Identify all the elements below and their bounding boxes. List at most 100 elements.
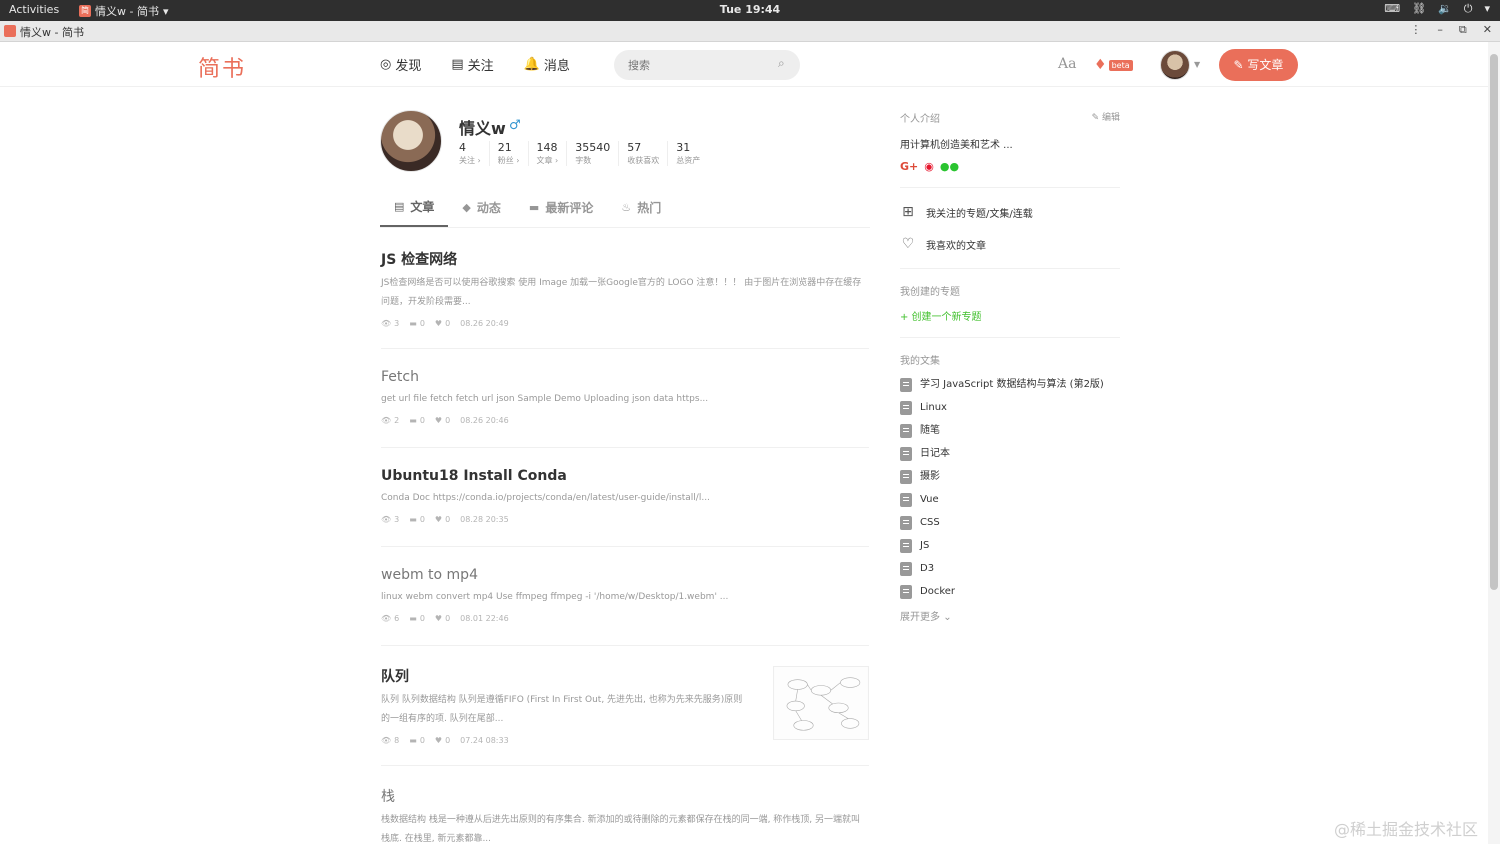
collection-item[interactable]: 随笔: [900, 423, 1120, 438]
tab-hot[interactable]: ♨ 热门: [607, 187, 675, 227]
likes-count: ♥ 0: [435, 416, 450, 425]
diagram-thumbnail-image: [774, 667, 868, 739]
wechat-icon[interactable]: ●●: [940, 160, 959, 173]
user-avatar[interactable]: [1160, 50, 1190, 80]
eye-icon: 👁: [381, 515, 392, 524]
article-item: webm to mp4 linux webm convert mp4 Use f…: [381, 547, 869, 646]
profile-avatar[interactable]: [380, 110, 442, 172]
profile-name[interactable]: 情义w: [459, 115, 506, 139]
male-icon: ♂: [509, 118, 521, 133]
write-article-button[interactable]: ✎ 写文章: [1219, 49, 1298, 81]
comments-count[interactable]: ▬ 0: [409, 416, 425, 425]
stat-articles[interactable]: 148 文章 ›: [527, 141, 567, 166]
clock[interactable]: Tue 19:44: [0, 3, 1500, 16]
article-title[interactable]: JS 检查网络: [381, 249, 869, 269]
window-title: 情义w - 简书: [20, 26, 84, 39]
comment-icon: ▬: [409, 614, 417, 623]
collection-item[interactable]: 摄影: [900, 469, 1120, 484]
divider: [900, 187, 1120, 188]
collection-label: Docker: [920, 586, 956, 597]
heart-icon: ♥: [434, 416, 443, 425]
menu-kebab-icon[interactable]: ⋮: [1410, 23, 1421, 37]
page-scrollbar[interactable]: [1488, 42, 1500, 844]
power-icon[interactable]: ⏻: [1464, 2, 1473, 16]
site-logo[interactable]: 简书: [198, 51, 246, 83]
weibo-icon[interactable]: ◉: [924, 160, 934, 173]
article-title[interactable]: 栈: [381, 786, 869, 806]
comment-icon: ▬: [528, 200, 540, 214]
create-topic-link[interactable]: + 创建一个新专题: [900, 308, 1120, 323]
collection-label: CSS: [920, 517, 940, 528]
stat-following[interactable]: 4 关注 ›: [459, 141, 489, 166]
nav-follow[interactable]: ▤ 关注: [451, 55, 493, 74]
close-icon[interactable]: ✕: [1483, 23, 1492, 37]
nav-label: 发现: [395, 59, 422, 74]
nav-discover[interactable]: ◎ 发现: [380, 55, 421, 74]
followed-topics-link[interactable]: ⊞ 我关注的专题/文集/连载: [900, 202, 1120, 222]
article-item: JS 检查网络 JS检查网络是否可以使用谷歌搜索 使用 Image 加载一张Go…: [381, 228, 869, 349]
tab-label: 热门: [637, 200, 662, 215]
link-label: 我关注的专题/文集/连载: [926, 208, 1033, 220]
views-count: 👁 3: [381, 319, 399, 328]
collection-item[interactable]: Docker: [900, 584, 1120, 599]
comment-icon: ▬: [409, 416, 417, 425]
article-title[interactable]: Ubuntu18 Install Conda: [381, 468, 869, 484]
notebook-icon: [900, 424, 912, 438]
show-more-label: 展开更多: [900, 612, 940, 623]
article-item: 栈 栈数据结构 栈是一种遵从后进先出原则的有序集合. 新添加的或待删除的元素都保…: [381, 766, 869, 844]
comments-count[interactable]: ▬ 0: [409, 736, 425, 745]
tab-comments[interactable]: ▬ 最新评论: [515, 187, 607, 227]
eye-icon: 👁: [381, 614, 392, 623]
google-plus-icon[interactable]: G+: [900, 160, 918, 173]
article-meta: 👁 3 ▬ 0 ♥ 0 08.28 20:35: [381, 515, 869, 524]
heart-icon: ♥: [434, 319, 443, 328]
nav-label: 消息: [543, 59, 570, 74]
restore-icon[interactable]: ⧉: [1459, 23, 1467, 37]
stat-label: 字数: [575, 156, 592, 165]
beta-button[interactable]: ♦ beta: [1094, 57, 1133, 73]
network-icon[interactable]: ⛓: [1412, 2, 1426, 16]
heart-icon: ♥: [434, 515, 443, 524]
stat-likes: 57 收获喜欢: [618, 141, 667, 166]
stat-label: 文章 ›: [536, 156, 559, 165]
article-abstract: linux webm convert mp4 Use ffmpeg ffmpeg…: [381, 592, 729, 602]
collection-item[interactable]: 日记本: [900, 446, 1120, 461]
comments-count[interactable]: ▬ 0: [409, 614, 425, 623]
notebook-icon: [900, 378, 912, 392]
keyboard-icon[interactable]: ⌨: [1384, 2, 1400, 16]
liked-articles-link[interactable]: ♡ 我喜欢的文章: [900, 234, 1120, 254]
show-more-button[interactable]: 展开更多 ⌄: [900, 608, 1120, 623]
collection-item[interactable]: JS: [900, 538, 1120, 553]
stat-followers[interactable]: 21 粉丝 ›: [488, 141, 528, 166]
font-settings-button[interactable]: Aa: [1058, 56, 1076, 72]
system-tray[interactable]: ⌨ ⛓ 🔉 ⏻ ▾: [1384, 2, 1490, 16]
comments-count[interactable]: ▬ 0: [409, 515, 425, 524]
search-input[interactable]: [614, 50, 800, 80]
chevron-down-icon[interactable]: ▾: [1484, 2, 1490, 16]
search-icon[interactable]: ⌕: [778, 56, 785, 71]
favicon-icon: [4, 25, 16, 37]
collection-item[interactable]: Linux: [900, 400, 1120, 415]
tab-feed[interactable]: ◆ 动态: [448, 187, 514, 227]
collection-item[interactable]: D3: [900, 561, 1120, 576]
minimize-icon[interactable]: –: [1437, 23, 1443, 37]
eye-icon: 👁: [381, 319, 392, 328]
article-thumbnail[interactable]: [773, 666, 869, 740]
edit-intro-button[interactable]: ✎ 编辑: [1092, 110, 1120, 123]
views-value: 3: [394, 515, 400, 524]
tab-articles[interactable]: ▤ 文章: [380, 187, 449, 227]
collection-item[interactable]: CSS: [900, 515, 1120, 530]
article-title[interactable]: webm to mp4: [381, 567, 869, 583]
chevron-down-icon[interactable]: ▼: [1194, 60, 1200, 69]
volume-icon[interactable]: 🔉: [1438, 2, 1452, 16]
collection-item[interactable]: Vue: [900, 492, 1120, 507]
scrollbar-thumb[interactable]: [1490, 54, 1498, 590]
comments-value: 0: [419, 319, 425, 328]
article-title[interactable]: Fetch: [381, 369, 869, 385]
comments-count[interactable]: ▬ 0: [409, 319, 425, 328]
nav-messages[interactable]: 🔔 消息: [524, 55, 570, 74]
grid-icon: ⊞: [902, 204, 914, 220]
collection-label: 摄影: [920, 471, 940, 482]
chevron-down-icon: ⌄: [943, 612, 952, 623]
collection-item[interactable]: 学习 JavaScript 数据结构与算法 (第2版): [900, 377, 1120, 392]
